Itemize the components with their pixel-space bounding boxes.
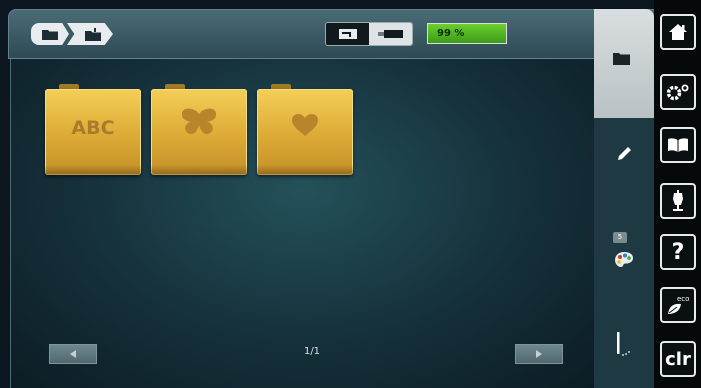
color-count-badge: 5 xyxy=(613,232,627,243)
book-icon xyxy=(668,138,688,152)
help-button[interactable]: ? xyxy=(660,234,696,270)
folder-browser-panel: ABC 1/1 xyxy=(10,59,594,388)
butterfly-icon xyxy=(181,108,217,135)
folder-label: ABC xyxy=(71,117,115,139)
usb-stick-icon xyxy=(377,30,403,38)
eco-button[interactable]: eco xyxy=(660,287,696,323)
usb-source-toggle[interactable] xyxy=(369,23,412,45)
progress-text: 99 % xyxy=(437,28,465,39)
folder-item-butterfly[interactable] xyxy=(151,84,247,175)
tutorial-button[interactable] xyxy=(660,127,696,163)
palette-icon xyxy=(615,252,633,267)
next-page-button[interactable] xyxy=(515,344,563,364)
clr-icon: clr xyxy=(665,348,691,370)
mode-switch[interactable] xyxy=(325,22,413,46)
embroidery-module-toggle[interactable] xyxy=(326,23,369,45)
progress-indicator: 99 % xyxy=(427,23,507,44)
home-icon xyxy=(669,24,687,40)
sewing-folder-icon xyxy=(85,27,101,41)
breadcrumb-root-folder[interactable] xyxy=(31,23,69,45)
home-button[interactable] xyxy=(660,14,696,50)
gear-icon xyxy=(666,84,689,101)
arrow-right-icon xyxy=(536,350,542,358)
clear-button[interactable]: clr xyxy=(660,341,696,377)
needle-icon xyxy=(617,332,630,356)
tab-folder[interactable] xyxy=(594,9,654,118)
tab-edit[interactable] xyxy=(594,132,654,176)
tab-colors[interactable] xyxy=(594,244,654,276)
creative-consultant-button[interactable] xyxy=(660,183,696,219)
pencil-icon xyxy=(618,147,631,160)
breadcrumb-subfolder[interactable] xyxy=(67,23,113,45)
folder-icon xyxy=(613,53,630,65)
setup-button[interactable] xyxy=(660,74,696,110)
arrow-left-icon xyxy=(70,350,76,358)
eco-leaf-icon: eco xyxy=(668,295,689,314)
question-icon: ? xyxy=(671,239,685,265)
folder-item-abc[interactable]: ABC xyxy=(45,84,141,175)
page-indicator: 1/1 xyxy=(303,346,321,357)
eco-text: eco xyxy=(677,295,689,303)
prev-page-button[interactable] xyxy=(49,344,97,364)
folder-item-heart[interactable] xyxy=(257,84,353,175)
embroidery-screen: 99 % 5 ABC 1/1 ? eco clr xyxy=(0,0,701,388)
folder-icon xyxy=(42,30,58,40)
mannequin-icon xyxy=(673,190,683,211)
heart-icon xyxy=(292,114,318,136)
embroidery-hoop-icon xyxy=(338,29,357,39)
top-status-bar: 99 % xyxy=(8,9,654,59)
tab-stitch[interactable] xyxy=(594,326,654,362)
